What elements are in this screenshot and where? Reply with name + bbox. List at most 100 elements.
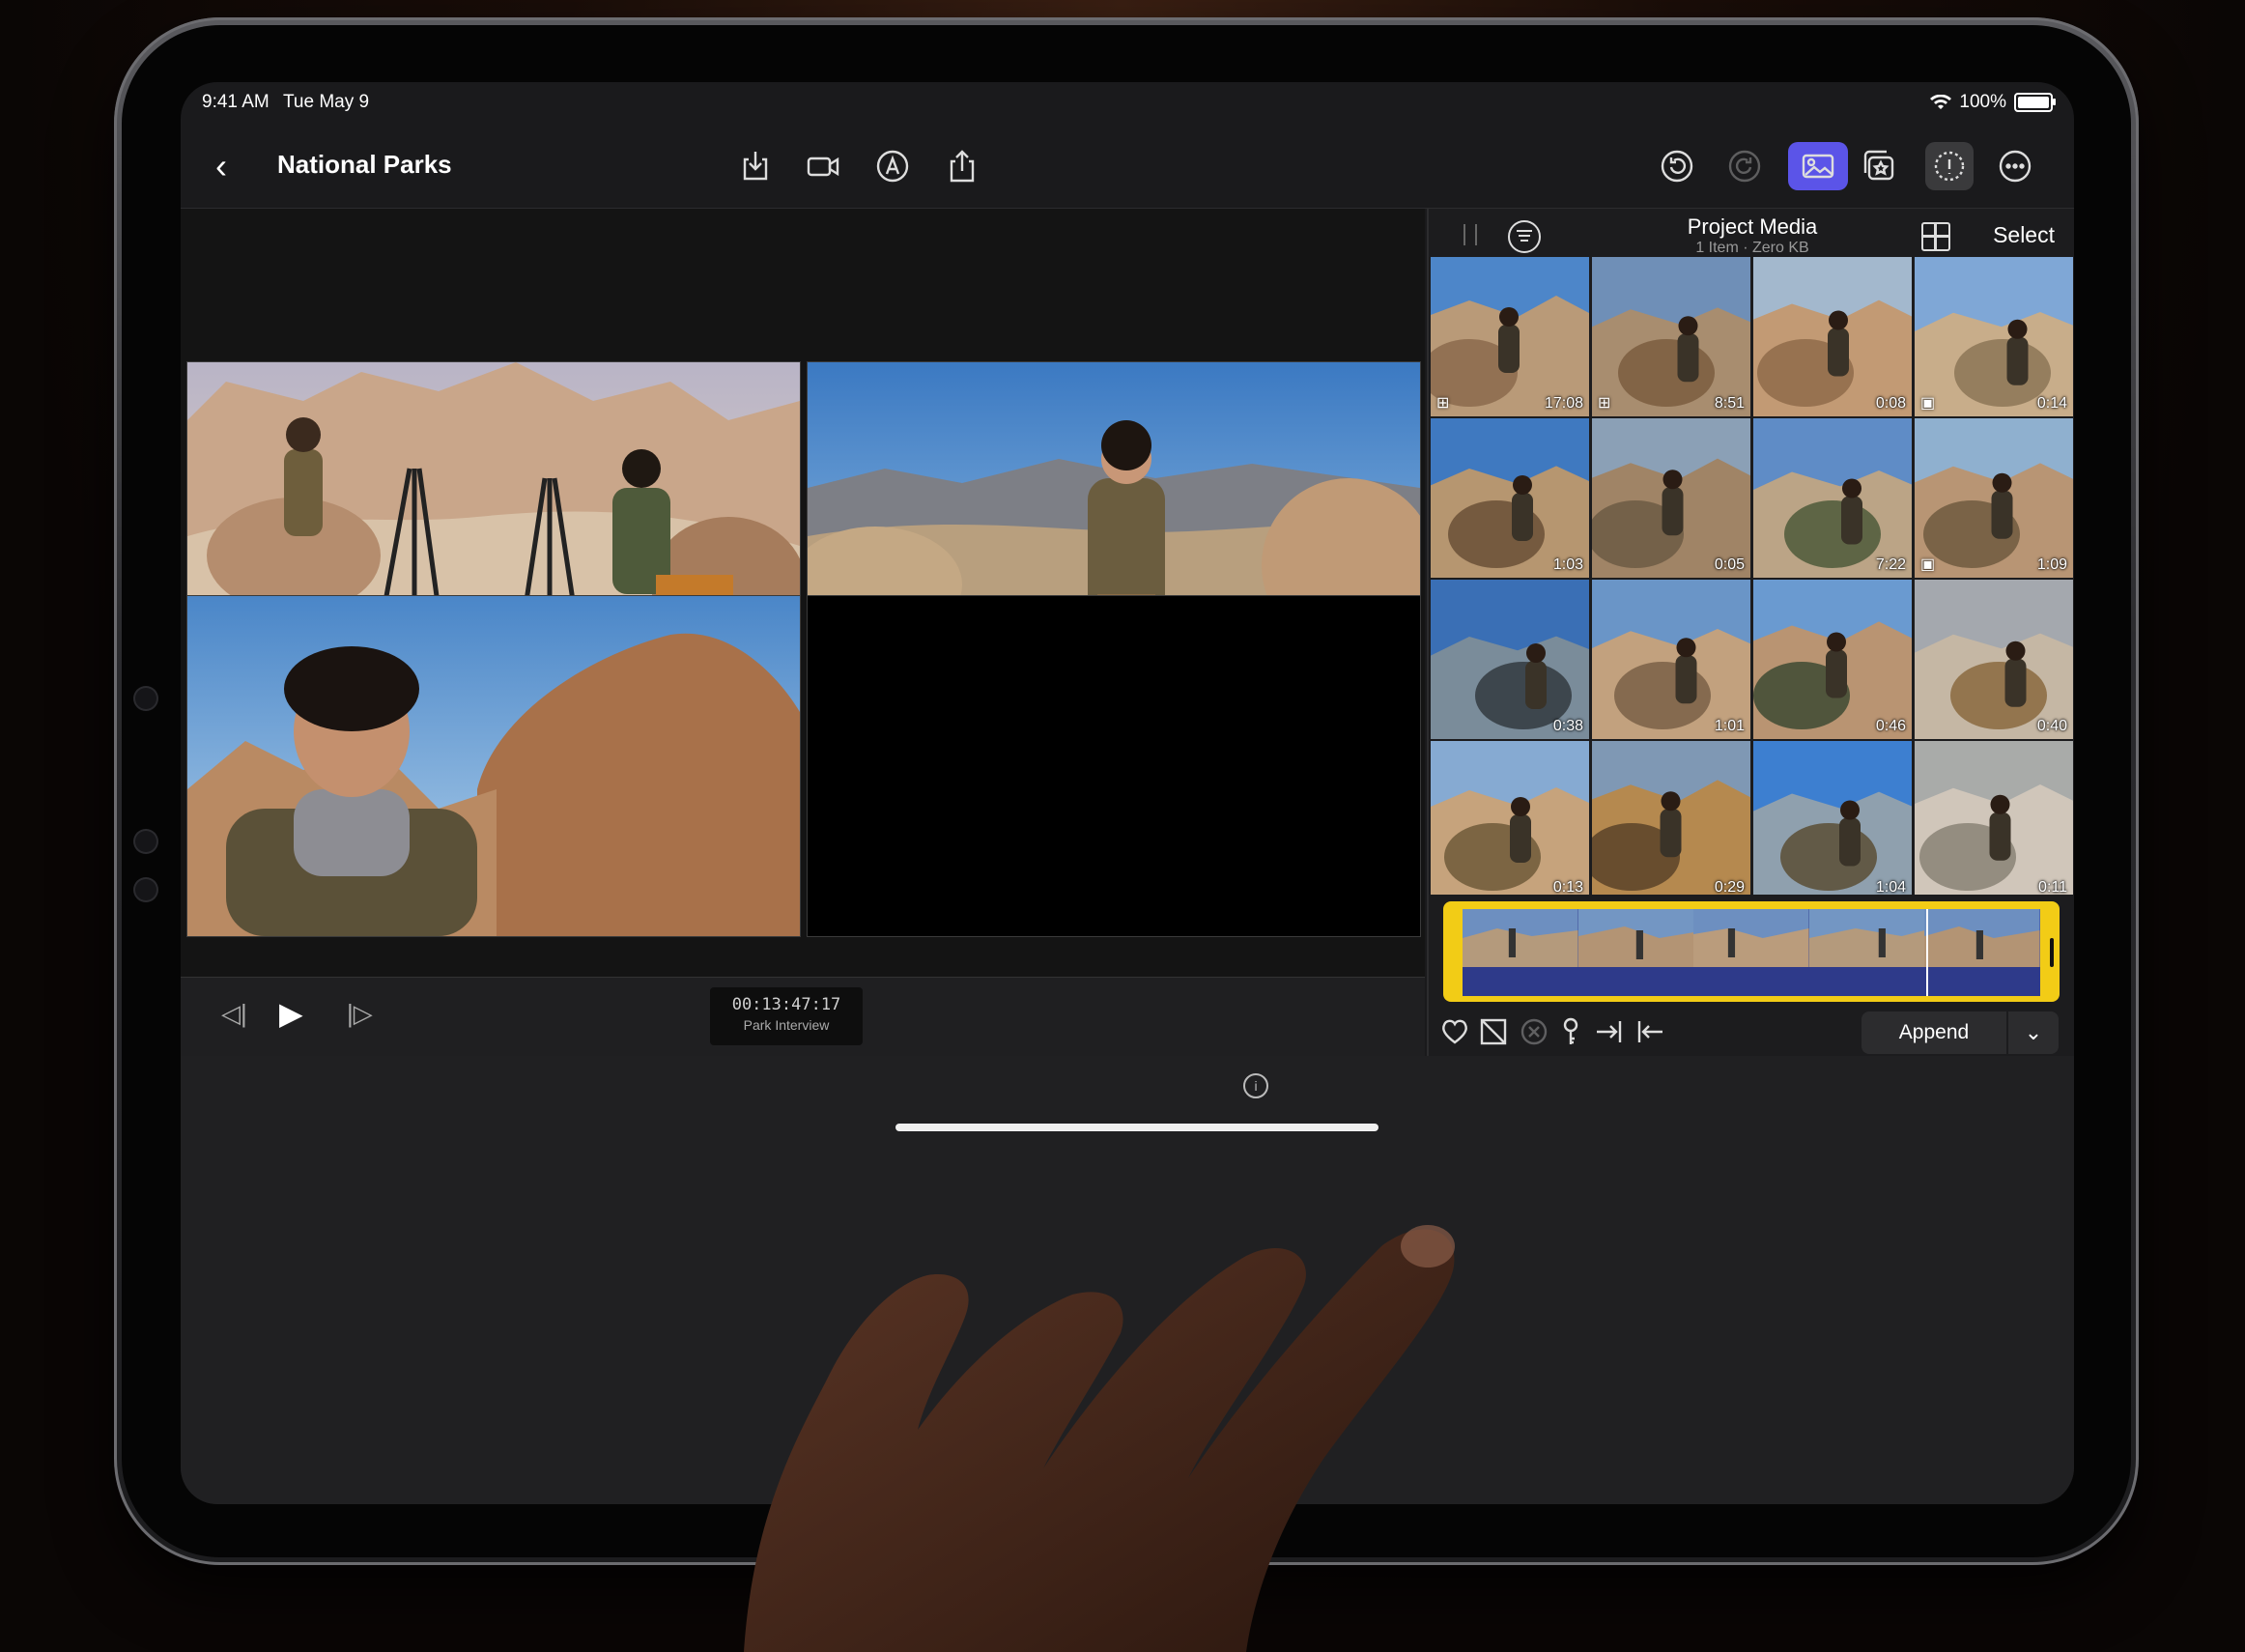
next-frame-icon[interactable]: |▷: [347, 999, 373, 1029]
thumbnail-image: [1915, 418, 2073, 578]
timecode-display: 00:13:47:17 Park Interview: [710, 987, 863, 1045]
media-thumbnail[interactable]: 0:08: [1753, 257, 1912, 416]
thumbnail-duration: 8:51: [1714, 395, 1745, 412]
pencil-dot: [135, 688, 156, 709]
favorite-heart-icon[interactable]: [1438, 1015, 1471, 1048]
thumbnail-duration: 0:08: [1875, 395, 1906, 412]
back-chevron-icon[interactable]: ‹: [215, 146, 227, 186]
media-thumbnail[interactable]: 0:13: [1431, 741, 1589, 895]
media-thumbnail[interactable]: 8:51 ⊞: [1592, 257, 1750, 416]
thumbnail-image: [1753, 741, 1912, 895]
wifi-icon: [1930, 95, 1952, 109]
trim-handle-right[interactable]: [2050, 938, 2054, 967]
select-button[interactable]: Select: [1993, 222, 2055, 248]
media-browser: Project Media 1 Item · Zero KB Select 17…: [1427, 209, 2074, 1056]
thumbnail-duration: 0:11: [2038, 879, 2067, 895]
thumbnail-image: [1592, 741, 1750, 895]
reject-icon[interactable]: [1477, 1015, 1510, 1048]
media-thumbnail[interactable]: 0:46: [1753, 580, 1912, 739]
redo-icon[interactable]: [1720, 142, 1769, 190]
battery-percent: 100%: [1959, 92, 2006, 112]
undo-icon[interactable]: [1653, 142, 1701, 190]
media-thumbnail[interactable]: 1:01: [1592, 580, 1750, 739]
set-out-point-icon[interactable]: [1634, 1015, 1666, 1048]
thumbnail-duration: 0:38: [1552, 718, 1583, 734]
media-thumbnail[interactable]: 0:40: [1915, 580, 2073, 739]
status-date: Tue May 9: [283, 92, 370, 112]
thumbnail-duration: 0:46: [1875, 718, 1906, 734]
project-title: National Parks: [277, 150, 452, 179]
thumbnail-image: [1592, 580, 1750, 739]
thumbnail-duration: 1:09: [2036, 556, 2067, 573]
media-thumbnail[interactable]: 1:09 ▣: [1915, 418, 2073, 578]
previous-frame-icon[interactable]: ◁|: [221, 999, 247, 1029]
media-thumbnail[interactable]: 0:05: [1592, 418, 1750, 578]
media-thumbnail[interactable]: 1:03: [1431, 418, 1589, 578]
inspector-icon[interactable]: [1925, 142, 1974, 190]
more-options-icon[interactable]: [1991, 142, 2039, 190]
toolbar: ‹ National Parks: [181, 125, 2074, 209]
side-dot: [135, 831, 156, 852]
thumbnail-image: [1592, 257, 1750, 416]
home-indicator[interactable]: [895, 1124, 1378, 1131]
video-camera-icon: ▣: [1920, 556, 1936, 573]
thumbnail-image: [1431, 418, 1589, 578]
thumbnail-image: [1431, 257, 1589, 416]
thumbnail-image: [1915, 580, 2073, 739]
import-icon[interactable]: [731, 142, 780, 190]
set-in-point-icon[interactable]: [1593, 1015, 1626, 1048]
camera-angle-4-empty[interactable]: [807, 595, 1421, 937]
media-thumbnail[interactable]: 0:38: [1431, 580, 1589, 739]
media-thumbnail[interactable]: 7:22: [1753, 418, 1912, 578]
thumbnail-image: [1915, 257, 2073, 416]
clip-name: Park Interview: [743, 1017, 830, 1033]
thumbnail-image: [1753, 257, 1912, 416]
multicam-icon: ⊞: [1598, 395, 1611, 412]
effects-icon[interactable]: [1854, 142, 1902, 190]
browser-action-bar: Append ⌄: [1429, 1006, 2074, 1056]
media-thumbnail[interactable]: 0:14 ▣: [1915, 257, 2073, 416]
thumbnail-duration: 0:29: [1714, 879, 1745, 895]
filmstrip-frame: [1577, 909, 1694, 967]
thumbnail-image: [1915, 741, 2073, 895]
clear-rating-icon[interactable]: [1518, 1015, 1550, 1048]
browser-header: Project Media 1 Item · Zero KB Select: [1429, 209, 2074, 256]
thumbnail-duration: 1:04: [1875, 879, 1906, 895]
thumbnail-image: [1753, 418, 1912, 578]
app-screen: 9:41 AM Tue May 9 100% ‹ National Parks: [181, 82, 2074, 1504]
append-options-chevron-down-icon[interactable]: ⌄: [2008, 1011, 2059, 1054]
timecode: 00:13:47:17: [731, 995, 841, 1014]
multicam-viewer[interactable]: [181, 209, 1425, 977]
info-icon[interactable]: i: [1243, 1073, 1268, 1098]
timeline-area[interactable]: i: [181, 1056, 2074, 1504]
play-icon[interactable]: ▶: [279, 995, 303, 1032]
media-thumbnail[interactable]: 0:11: [1915, 741, 2073, 895]
selected-clip-filmstrip[interactable]: [1443, 901, 2060, 1002]
pencil-icon[interactable]: [868, 142, 917, 190]
keyword-icon[interactable]: [1554, 1015, 1587, 1048]
multicam-icon: ⊞: [1436, 395, 1450, 412]
status-bar: 9:41 AM Tue May 9 100%: [181, 82, 2074, 125]
media-thumbnail[interactable]: 17:08 ⊞: [1431, 257, 1589, 416]
append-button[interactable]: Append: [1861, 1011, 2006, 1054]
thumbnail-image: [1753, 580, 1912, 739]
media-browser-icon[interactable]: [1788, 142, 1848, 190]
status-time: 9:41 AM: [202, 92, 270, 112]
camera-angle-3[interactable]: [186, 595, 801, 937]
thumbnail-grid: 17:08 ⊞ 8:51 ⊞ 0:08 0:14 ▣ 1:03 0:05 7:22 1:09 ▣ 0:3…: [1431, 257, 2074, 895]
media-thumbnail[interactable]: 0:29: [1592, 741, 1750, 895]
thumbnail-duration: 0:05: [1714, 556, 1745, 573]
camera-icon[interactable]: [799, 142, 847, 190]
filmstrip-playhead[interactable]: [1926, 909, 1928, 996]
filmstrip-frame: [1463, 909, 1578, 967]
browser-subtitle: 1 Item · Zero KB: [1695, 240, 1809, 256]
grid-view-icon[interactable]: [1921, 222, 1950, 251]
thumbnail-duration: 0:14: [2036, 395, 2067, 412]
thumbnail-duration: 7:22: [1875, 556, 1906, 573]
thumbnail-duration: 1:01: [1714, 718, 1745, 734]
media-thumbnail[interactable]: 1:04: [1753, 741, 1912, 895]
battery-icon: [2014, 93, 2056, 112]
thumbnail-image: [1431, 741, 1589, 895]
share-icon[interactable]: [938, 142, 986, 190]
filmstrip-frame: [1693, 909, 1809, 967]
